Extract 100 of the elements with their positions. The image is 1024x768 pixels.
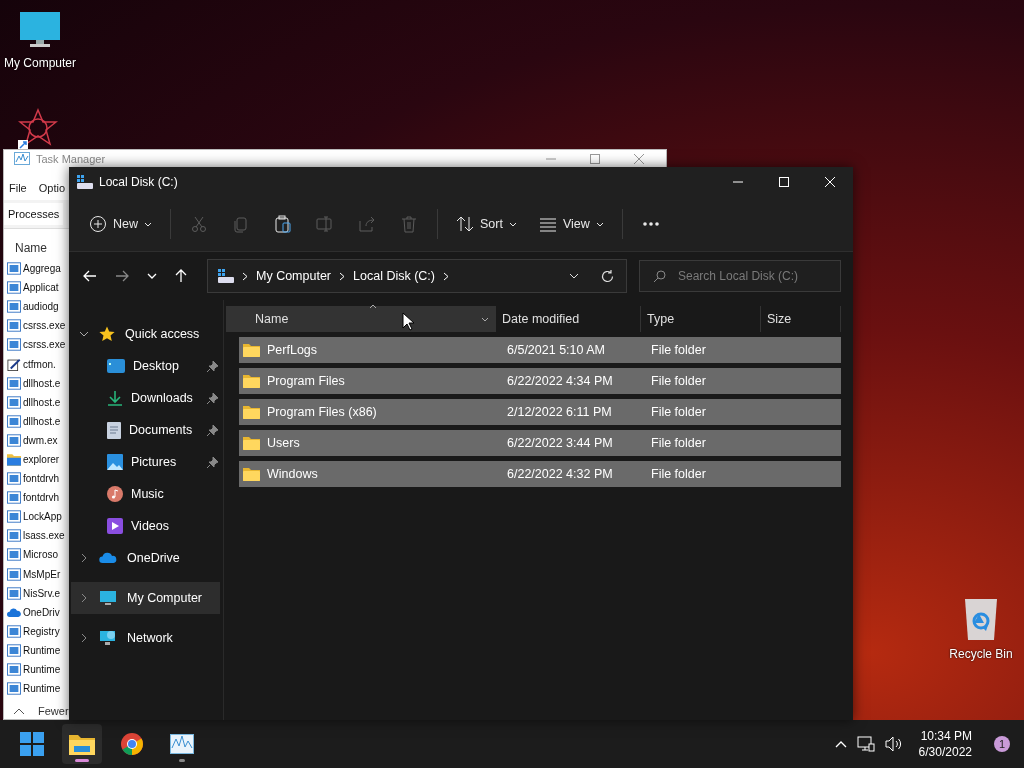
process-name[interactable]: Registry bbox=[23, 625, 60, 637]
view-button[interactable]: View bbox=[530, 209, 612, 239]
file-explorer-button[interactable] bbox=[62, 724, 102, 764]
back-icon[interactable] bbox=[83, 270, 97, 282]
file-row[interactable]: Program Files 6/22/2022 4:34 PM File folder bbox=[239, 368, 841, 394]
desktop-icon-label[interactable]: Recycle Bin bbox=[949, 647, 1013, 661]
menu-item[interactable]: Optio bbox=[38, 182, 66, 194]
nav-item[interactable]: OneDrive bbox=[71, 542, 220, 574]
nav-item[interactable]: Pictures bbox=[71, 446, 220, 478]
app-window-icon bbox=[7, 682, 21, 696]
search-field[interactable]: Search Local Disk (C:) bbox=[639, 260, 841, 292]
process-name[interactable]: explorer bbox=[23, 454, 60, 465]
breadcrumb-item[interactable]: My Computer bbox=[256, 269, 332, 283]
cloud-icon bbox=[99, 552, 117, 564]
nav-item[interactable]: Videos bbox=[71, 510, 220, 542]
nav-item[interactable]: Quick access bbox=[71, 318, 220, 350]
nav-item[interactable]: Documents bbox=[71, 414, 220, 446]
up-icon[interactable] bbox=[175, 269, 187, 283]
app-window-icon bbox=[7, 395, 21, 409]
column-header[interactable]: Size bbox=[761, 306, 841, 332]
chevron-down-icon[interactable] bbox=[79, 331, 89, 337]
column-header[interactable]: Name bbox=[4, 229, 66, 259]
process-name[interactable]: dwm.ex bbox=[23, 434, 58, 446]
window-title: Local Disk (C:) bbox=[99, 175, 178, 189]
column-header[interactable]: Type bbox=[641, 306, 761, 332]
trash-icon bbox=[400, 215, 418, 233]
process-name[interactable]: fontdrvh bbox=[23, 492, 60, 504]
process-name[interactable]: csrss.exe bbox=[23, 339, 66, 351]
file-name: Program Files bbox=[267, 374, 346, 388]
network-icon[interactable] bbox=[856, 736, 875, 752]
monitor-icon bbox=[99, 590, 117, 606]
nav-item[interactable]: My Computer bbox=[71, 582, 220, 614]
chevron-right-icon[interactable] bbox=[339, 271, 346, 281]
forward-icon[interactable] bbox=[115, 270, 129, 282]
date-modified: 6/5/2021 5:10 AM bbox=[507, 343, 606, 357]
app-window-icon bbox=[7, 663, 21, 676]
flower-shortcut-icon[interactable] bbox=[18, 108, 58, 150]
process-name[interactable]: Runtime bbox=[23, 664, 61, 675]
running-indicator bbox=[75, 759, 89, 762]
process-name[interactable]: audiodg bbox=[23, 301, 59, 313]
monitor-icon[interactable] bbox=[18, 10, 62, 50]
desktop-icon-label[interactable]: My Computer bbox=[4, 56, 76, 70]
process-name[interactable]: dllhost.e bbox=[23, 415, 61, 427]
process-name[interactable]: lsass.exe bbox=[23, 530, 65, 542]
pin-icon[interactable] bbox=[207, 456, 218, 468]
graph-icon bbox=[14, 152, 30, 165]
process-name[interactable]: Runtime bbox=[23, 644, 61, 656]
notification-badge[interactable]: 1 bbox=[994, 736, 1010, 752]
nav-item[interactable]: Network bbox=[71, 622, 220, 654]
cloud-icon bbox=[7, 605, 21, 619]
process-name[interactable]: MsMpEr bbox=[23, 568, 61, 580]
date-modified: 2/12/2022 6:11 PM bbox=[507, 405, 613, 419]
process-name[interactable]: Microso bbox=[23, 549, 58, 561]
process-name[interactable]: OneDriv bbox=[23, 606, 60, 618]
process-name[interactable]: Aggrega bbox=[23, 263, 61, 275]
process-name[interactable]: fontdrvh bbox=[23, 473, 60, 485]
nav-item[interactable]: Downloads bbox=[71, 382, 220, 414]
file-row[interactable]: Windows 6/22/2022 4:32 PM File folder bbox=[239, 461, 841, 487]
new-button[interactable]: New bbox=[81, 209, 160, 239]
file-row[interactable]: PerfLogs 6/5/2021 5:10 AM File folder bbox=[239, 337, 841, 363]
tab[interactable]: Processes bbox=[4, 203, 64, 225]
sort-button[interactable]: Sort bbox=[448, 209, 525, 239]
clock-date[interactable]: 6/30/2022 bbox=[918, 744, 972, 760]
breadcrumb-item[interactable]: Local Disk (C:) bbox=[353, 269, 435, 283]
chevron-right-icon[interactable] bbox=[242, 271, 248, 281]
recycle-bin-icon[interactable] bbox=[962, 597, 1000, 641]
app-window-icon bbox=[7, 624, 21, 638]
app-window-icon bbox=[7, 567, 21, 581]
process-name[interactable]: NisSrv.e bbox=[23, 587, 61, 599]
process-name[interactable]: Runtime bbox=[23, 683, 61, 695]
process-name[interactable]: dllhost.e bbox=[23, 377, 61, 389]
pin-icon[interactable] bbox=[207, 360, 218, 372]
nav-item[interactable]: Music bbox=[71, 478, 220, 510]
clock-time[interactable]: 10:34 PM bbox=[920, 728, 972, 744]
chevron-up-icon[interactable] bbox=[14, 708, 24, 714]
speaker-icon[interactable] bbox=[884, 736, 903, 752]
address-bar[interactable]: My Computer Local Disk (C:) bbox=[207, 259, 627, 293]
caret-icon bbox=[595, 221, 604, 227]
process-name[interactable]: csrss.exe bbox=[23, 320, 66, 332]
share-icon bbox=[358, 215, 376, 233]
column-header[interactable]: Date modified bbox=[496, 306, 641, 332]
nav-item[interactable]: Desktop bbox=[71, 350, 220, 382]
process-name[interactable]: Applicat bbox=[23, 282, 59, 294]
file-type: File folder bbox=[651, 343, 707, 357]
rename-icon bbox=[316, 215, 334, 233]
chevron-right-icon[interactable] bbox=[443, 271, 449, 281]
pin-icon[interactable] bbox=[207, 424, 218, 436]
pin-icon[interactable] bbox=[207, 392, 218, 404]
process-name[interactable]: dllhost.e bbox=[23, 396, 61, 408]
column-header[interactable]: Name bbox=[226, 306, 496, 332]
file-row[interactable]: Users 6/22/2022 3:44 PM File folder bbox=[239, 430, 841, 456]
menu-item[interactable]: File bbox=[9, 182, 27, 194]
dropdown-icon[interactable] bbox=[481, 316, 489, 322]
file-row[interactable]: Program Files (x86) 2/12/2022 6:11 PM File folder bbox=[239, 399, 841, 425]
clipboard-icon bbox=[274, 215, 292, 233]
refresh-icon[interactable] bbox=[601, 269, 614, 283]
process-name[interactable]: LockApp bbox=[23, 511, 62, 523]
process-name[interactable]: ctfmon. bbox=[23, 358, 56, 370]
fewer-details-link[interactable]: Fewer bbox=[38, 705, 69, 717]
recent-dropdown-icon[interactable] bbox=[147, 273, 157, 279]
